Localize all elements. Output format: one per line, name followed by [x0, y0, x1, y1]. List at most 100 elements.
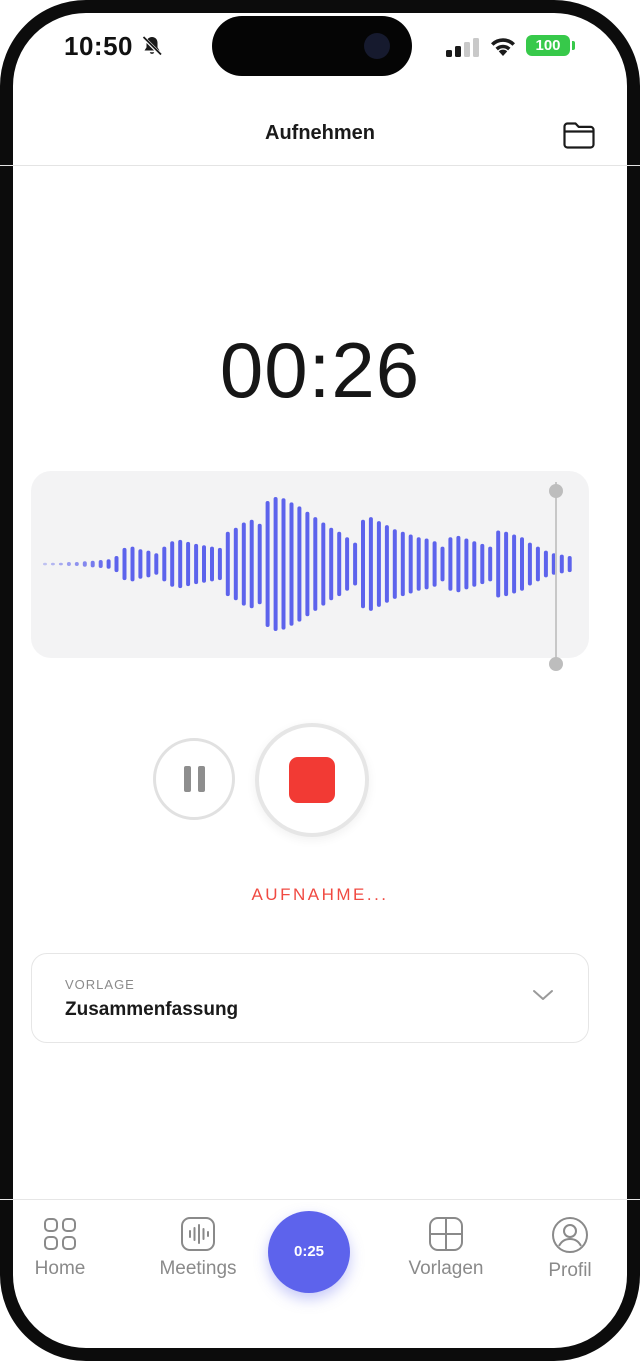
waveform-bar [567, 556, 572, 573]
phone-frame [0, 0, 640, 1361]
page-title: Aufnehmen [265, 122, 375, 144]
dynamic-island [212, 16, 412, 76]
waveform-bar [82, 561, 87, 567]
waveform-bar [321, 522, 326, 606]
waveform-bar [225, 531, 230, 597]
waveform-bar [408, 534, 413, 594]
pause-icon [184, 766, 191, 792]
waveform-bar [440, 546, 445, 582]
tab-profil[interactable]: Profil [510, 1216, 630, 1282]
playhead-top-knob[interactable] [549, 484, 563, 498]
template-grid-icon [429, 1217, 463, 1251]
stop-icon [289, 757, 335, 803]
pause-icon-bar [198, 766, 205, 792]
waveform-bar [217, 547, 222, 581]
waveform-bar [202, 545, 206, 583]
waveform-bar [249, 519, 254, 609]
waveform-bar [424, 538, 429, 590]
template-label: VORLAGE [65, 977, 135, 992]
waveform-bar [114, 556, 119, 573]
waveform-bar [472, 541, 477, 587]
pause-button[interactable] [153, 738, 235, 820]
recording-status: AUFNAHME... [251, 885, 389, 904]
waveform-bar [162, 546, 167, 582]
status-time: 10:50 [64, 31, 133, 61]
waveform-bar [337, 531, 342, 597]
waveform-bar [416, 537, 421, 591]
waveform-bar [257, 523, 262, 605]
waveform-bar [432, 541, 437, 587]
waveform-bar [512, 534, 517, 594]
waveform-bar [265, 501, 270, 627]
header-divider [0, 165, 640, 166]
waveform-bar [186, 541, 191, 587]
tab-profil-label: Profil [548, 1260, 592, 1281]
grid-icon [44, 1218, 76, 1250]
chevron-down-icon [533, 990, 553, 1000]
waveform-bar [361, 519, 365, 609]
playhead-bottom-knob[interactable] [549, 657, 563, 671]
waveform-bar [122, 547, 127, 581]
waveform-bar [241, 522, 246, 606]
template-select[interactable]: VORLAGE Zusammenfassung [31, 953, 589, 1043]
record-fab[interactable]: 0:25 [268, 1211, 350, 1293]
waveform-bar [345, 537, 350, 591]
waveform-bar [194, 543, 199, 585]
waveform-bar [98, 560, 103, 568]
waveform-bar [170, 541, 175, 587]
waveform-bar [50, 562, 55, 566]
waveform-bar [496, 530, 501, 598]
waveform-bar [456, 535, 461, 593]
waveform-bar [488, 546, 493, 582]
waveform-bar [353, 542, 358, 586]
waveform-bar [66, 562, 71, 566]
waveform-bar [154, 553, 159, 575]
tabbar-divider [0, 1199, 640, 1200]
waveform-bar [527, 542, 532, 586]
waveform-bar [392, 529, 397, 599]
waveform-bar [559, 554, 564, 574]
waveform-bar [504, 531, 509, 597]
waveform-bar [74, 562, 79, 566]
waveform-bar [210, 546, 214, 582]
waveform-bar [543, 550, 548, 578]
waveform-bar [448, 537, 453, 591]
audio-wave-icon [181, 1217, 215, 1251]
tab-meetings[interactable]: Meetings [138, 1216, 258, 1280]
waveform-bar [58, 562, 63, 566]
template-value: Zusammenfassung [65, 999, 239, 1020]
waveform-bar [329, 527, 334, 601]
battery-cap [572, 41, 575, 50]
waveform-bar [138, 549, 143, 579]
recording-timer: 00:26 [219, 326, 421, 414]
waveform [43, 497, 572, 631]
waveform-bar [384, 525, 389, 603]
waveform-bar [281, 498, 286, 630]
waveform-bar [90, 560, 95, 568]
waveform-bar [43, 562, 47, 566]
battery-icon: 100 [526, 35, 570, 56]
waveform-bar [106, 559, 111, 569]
tab-home[interactable]: Home [0, 1216, 120, 1280]
stop-button[interactable] [255, 723, 369, 837]
tab-vorlagen[interactable]: Vorlagen [386, 1216, 506, 1280]
waveform-bar [480, 543, 485, 585]
waveform-bar [305, 511, 310, 617]
cellular-signal-icon [446, 38, 479, 57]
folder-icon[interactable] [562, 120, 596, 150]
waveform-bar [313, 517, 318, 611]
waveform-bar [233, 527, 238, 601]
waveform-bar [130, 546, 135, 582]
waveform-bar [464, 538, 469, 590]
waveform-bar [273, 497, 278, 631]
waveform-bar [520, 537, 524, 591]
waveform-bar [376, 521, 381, 607]
tab-meetings-label: Meetings [159, 1258, 237, 1279]
waveform-bar [178, 539, 183, 589]
waveform-bar [368, 517, 373, 611]
tab-vorlagen-label: Vorlagen [408, 1258, 484, 1279]
waveform-bar [146, 550, 151, 578]
playhead-line[interactable] [555, 482, 557, 665]
waveform-bar [289, 502, 294, 626]
waveform-bar [400, 531, 405, 597]
